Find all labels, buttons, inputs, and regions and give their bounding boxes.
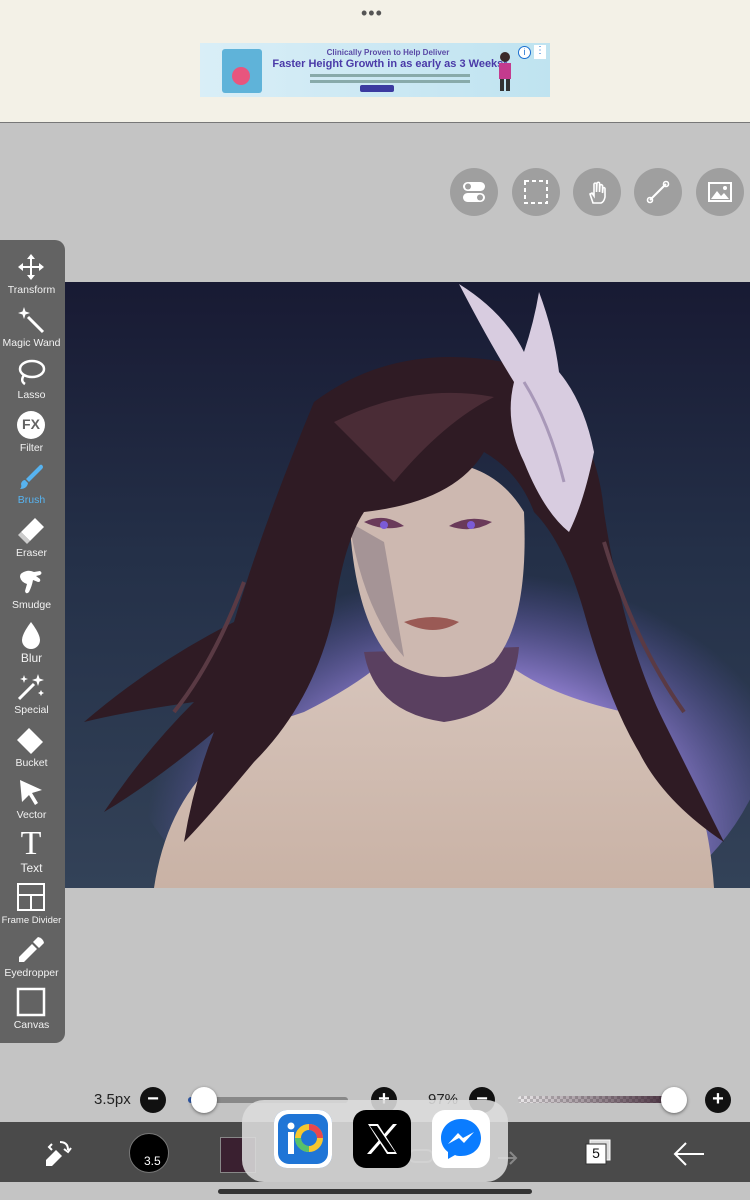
ibispaint-app-icon[interactable]: [274, 1110, 332, 1168]
image-icon: [708, 182, 732, 202]
tool-frame-divider[interactable]: Frame Divider: [0, 880, 63, 932]
selection-button[interactable]: [512, 168, 560, 216]
canvas-artwork[interactable]: [64, 282, 750, 888]
tool-label: Canvas: [13, 1019, 50, 1031]
brush-size-button[interactable]: 3.5: [129, 1133, 169, 1173]
tool-label: Magic Wand: [2, 337, 61, 349]
app-dock: [242, 1100, 508, 1182]
ad-info-icon[interactable]: i: [518, 46, 531, 59]
tool-label: Text: [20, 861, 43, 875]
hand-button[interactable]: [573, 168, 621, 216]
tool-eyedropper[interactable]: Eyedropper: [0, 933, 63, 985]
canvas-icon: [16, 987, 46, 1017]
tool-label: Eyedropper: [4, 967, 59, 979]
brush-icon: [20, 464, 43, 489]
bucket-icon: [17, 728, 43, 754]
tool-palette: Transform Magic Wand Lasso FX Filter Bru…: [0, 240, 65, 1043]
toggle-settings-button[interactable]: [450, 168, 498, 216]
tool-special[interactable]: Special: [0, 670, 63, 722]
fx-glyph: FX: [22, 416, 40, 432]
layers-button[interactable]: 5: [586, 1145, 606, 1161]
tool-text[interactable]: T Text: [0, 825, 63, 880]
more-dots-icon[interactable]: •••: [361, 4, 383, 22]
tool-label: Filter: [19, 442, 44, 454]
hand-icon: [589, 181, 606, 204]
tool-label: Eraser: [16, 547, 47, 559]
ad-banner[interactable]: Clinically Proven to Help Deliver Faster…: [200, 43, 550, 97]
ad-person-image: [499, 52, 511, 91]
x-app-icon[interactable]: [353, 1110, 411, 1168]
tool-label: Transform: [7, 284, 56, 296]
tool-canvas[interactable]: Canvas: [0, 985, 63, 1037]
tool-label: Special: [14, 704, 49, 716]
brush-size-label: 3.5px: [94, 1091, 131, 1108]
magic-wand-icon: [18, 307, 45, 334]
tool-label: Brush: [17, 494, 46, 506]
messenger-app-icon[interactable]: [432, 1110, 490, 1168]
tool-label: Vector: [16, 809, 47, 821]
brush-size-slider-thumb[interactable]: [191, 1087, 217, 1113]
eraser-icon: [18, 518, 44, 544]
ad-fine-print: [310, 74, 470, 77]
tool-label: Smudge: [11, 599, 52, 611]
swap-tool-icon[interactable]: [42, 1138, 74, 1170]
sparkles-icon: [17, 674, 44, 701]
opacity-increase-button[interactable]: +: [705, 1087, 731, 1113]
tool-label: Blur: [20, 651, 43, 665]
ruler-button[interactable]: [634, 168, 682, 216]
opacity-slider-thumb[interactable]: [661, 1087, 687, 1113]
ad-fine-print: [310, 80, 470, 83]
move-arrows-icon: [18, 254, 44, 280]
tool-filter[interactable]: FX Filter: [0, 408, 63, 460]
tool-lasso[interactable]: Lasso: [0, 355, 63, 407]
lasso-icon: [18, 359, 46, 386]
ad-headline: Faster Height Growth in as early as 3 We…: [272, 58, 508, 70]
back-arrow-icon[interactable]: [672, 1140, 706, 1168]
tool-vector[interactable]: Vector: [0, 775, 63, 827]
tool-label: Lasso: [17, 389, 46, 401]
messenger-logo-icon: [441, 1119, 481, 1159]
tool-bucket[interactable]: Bucket: [0, 723, 63, 775]
cursor-arrow-icon: [20, 780, 42, 805]
tool-blur[interactable]: Blur: [0, 618, 63, 670]
tool-smudge[interactable]: Smudge: [0, 565, 63, 617]
image-button[interactable]: [696, 168, 744, 216]
x-logo-icon: [367, 1124, 397, 1154]
smudge-icon: [20, 570, 42, 594]
tool-transform[interactable]: Transform: [0, 250, 63, 302]
brush-size-value: 3.5: [144, 1154, 161, 1168]
size-decrease-button[interactable]: −: [140, 1087, 166, 1113]
toggle-settings-icon: [463, 182, 485, 202]
droplet-icon: [22, 622, 40, 649]
text-t-icon: T: [20, 825, 42, 862]
ad-area: ••• Clinically Proven to Help Deliver Fa…: [0, 0, 750, 123]
frame-divider-icon: [17, 883, 45, 911]
ad-product-image: [222, 49, 262, 93]
tool-eraser[interactable]: Eraser: [0, 513, 63, 565]
ad-more-icon[interactable]: ⋮: [534, 45, 546, 59]
ad-cta-button[interactable]: [360, 85, 394, 92]
ruler-icon: [646, 180, 670, 204]
tool-magic-wand[interactable]: Magic Wand: [0, 303, 63, 355]
tool-label: Bucket: [15, 757, 48, 769]
ibispaint-logo-icon: [274, 1110, 332, 1168]
home-indicator[interactable]: [218, 1189, 532, 1194]
eyedropper-icon: [19, 937, 44, 962]
tool-label: Frame Divider: [1, 915, 62, 926]
ad-headline-small: Clinically Proven to Help Deliver: [326, 48, 450, 57]
tool-brush[interactable]: Brush: [0, 460, 63, 512]
selection-icon: [524, 180, 548, 204]
